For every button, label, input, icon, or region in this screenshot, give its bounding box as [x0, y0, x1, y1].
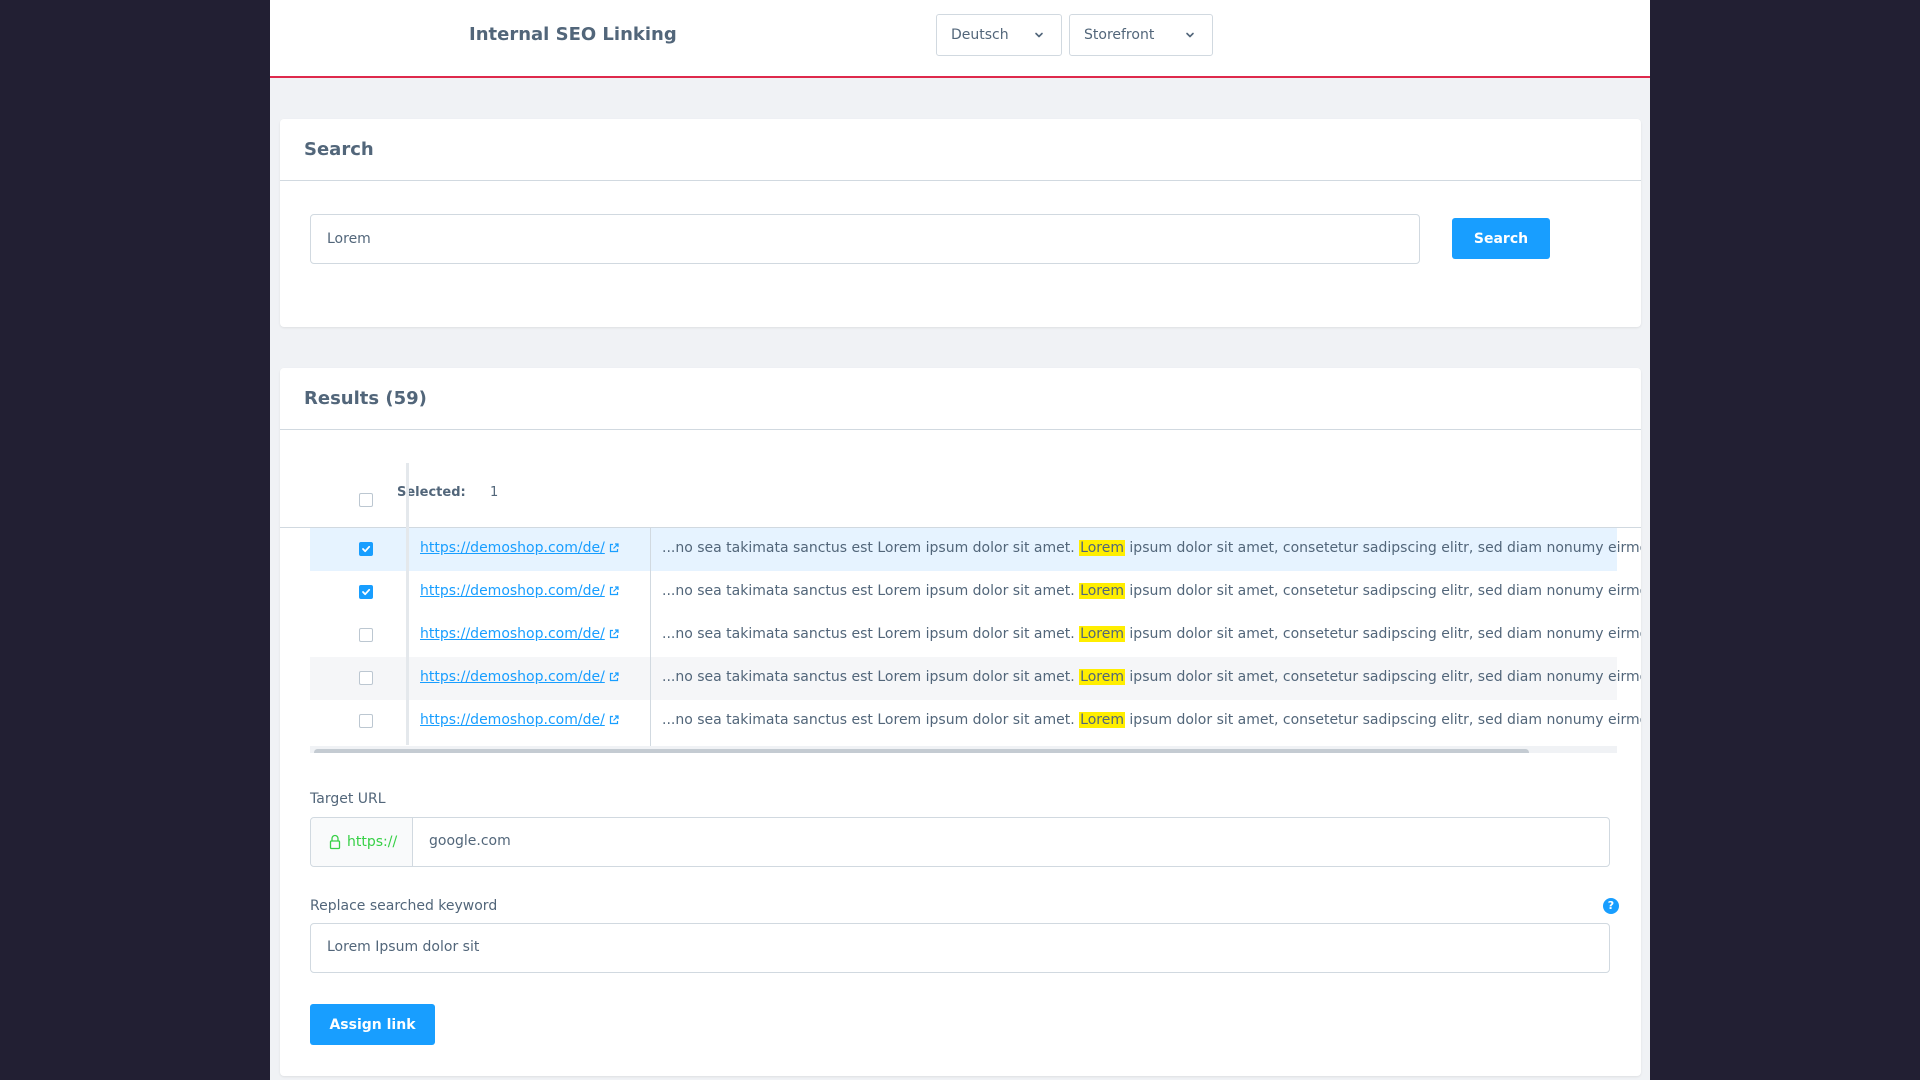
page-title: Internal SEO Linking — [469, 24, 677, 45]
keyword-highlight: Lorem — [1079, 540, 1125, 556]
row-checkbox[interactable] — [359, 585, 373, 599]
row-url-link[interactable]: https://demoshop.com/de/ — [420, 540, 605, 556]
check-icon — [362, 545, 371, 553]
row-checkbox[interactable] — [359, 671, 373, 685]
top-bar: Internal SEO Linking Deutsch Storefront — [270, 0, 1650, 78]
external-link-icon[interactable] — [608, 585, 620, 597]
target-url-value: google.com — [429, 833, 511, 849]
language-select-value: Deutsch — [951, 27, 1009, 43]
table-row[interactable]: https://demoshop.com/de/ ...no sea takim… — [310, 614, 1641, 657]
selection-header: Selected: 1 — [280, 463, 1641, 528]
external-link-icon[interactable] — [608, 628, 620, 640]
search-card: Search Lorem Search — [280, 119, 1641, 327]
external-link-icon[interactable] — [608, 714, 620, 726]
snippet-text: ipsum dolor sit amet, consetetur sadipsc… — [1124, 583, 1641, 599]
row-url-link[interactable]: https://demoshop.com/de/ — [420, 712, 605, 728]
row-snippet: ...no sea takimata sanctus est Lorem ips… — [662, 540, 1641, 556]
selected-count: 1 — [490, 485, 499, 500]
check-icon — [362, 588, 371, 596]
row-checkbox[interactable] — [359, 714, 373, 728]
keyword-highlight: Lorem — [1079, 583, 1125, 599]
snippet-text: ipsum dolor sit amet, consetetur sadipsc… — [1124, 669, 1641, 685]
row-url-link[interactable]: https://demoshop.com/de/ — [420, 669, 605, 685]
search-button[interactable]: Search — [1452, 218, 1550, 259]
results-card: Results (59) Selected: 1 https://demosho… — [280, 368, 1641, 1076]
results-card-title: Results (59) — [280, 368, 1641, 430]
row-url-link[interactable]: https://demoshop.com/de/ — [420, 583, 605, 599]
results-table: Selected: 1 https://demoshop.com/de/ ...… — [280, 463, 1641, 753]
snippet-text: ...no sea takimata sanctus est Lorem ips… — [662, 669, 1080, 685]
table-row[interactable]: https://demoshop.com/de/ ...no sea takim… — [310, 657, 1641, 700]
search-card-title: Search — [280, 119, 1641, 181]
snippet-text: ...no sea takimata sanctus est Lorem ips… — [662, 540, 1080, 556]
saleschannel-select[interactable]: Storefront — [1069, 14, 1213, 56]
keyword-highlight: Lorem — [1079, 626, 1125, 642]
row-snippet: ...no sea takimata sanctus est Lorem ips… — [662, 583, 1641, 599]
table-row[interactable]: https://demoshop.com/de/ ...no sea takim… — [310, 571, 1641, 614]
snippet-text: ipsum dolor sit amet, consetetur sadipsc… — [1124, 712, 1641, 728]
chevron-down-icon — [1186, 32, 1194, 38]
replace-keyword-label: Replace searched keyword — [310, 898, 498, 914]
row-checkbox[interactable] — [359, 628, 373, 642]
snippet-text: ...no sea takimata sanctus est Lorem ips… — [662, 712, 1080, 728]
column-divider — [650, 528, 651, 746]
row-snippet: ...no sea takimata sanctus est Lorem ips… — [662, 712, 1641, 728]
replace-keyword-field[interactable]: Lorem Ipsum dolor sit — [310, 923, 1610, 973]
chevron-down-icon — [1035, 32, 1043, 38]
row-checkbox[interactable] — [359, 542, 373, 556]
assign-link-button[interactable]: Assign link — [310, 1004, 435, 1045]
lock-icon — [329, 834, 341, 850]
select-all-checkbox[interactable] — [359, 493, 373, 507]
target-url-field[interactable]: https:// google.com — [310, 817, 1610, 867]
snippet-text: ...no sea takimata sanctus est Lorem ips… — [662, 626, 1080, 642]
external-link-icon[interactable] — [608, 671, 620, 683]
snippet-text: ...no sea takimata sanctus est Lorem ips… — [662, 583, 1080, 599]
external-link-icon[interactable] — [608, 542, 620, 554]
table-row[interactable]: https://demoshop.com/de/ ...no sea takim… — [310, 528, 1641, 571]
snippet-text: ipsum dolor sit amet, consetetur sadipsc… — [1124, 540, 1641, 556]
snippet-text: ipsum dolor sit amet, consetetur sadipsc… — [1124, 626, 1641, 642]
keyword-highlight: Lorem — [1079, 669, 1125, 685]
saleschannel-select-value: Storefront — [1084, 27, 1155, 43]
table-row[interactable]: https://demoshop.com/de/ ...no sea takim… — [310, 700, 1641, 743]
app-window: Internal SEO Linking Deutsch Storefront … — [270, 0, 1650, 1080]
url-prefix: https:// — [311, 818, 413, 866]
search-input-value: Lorem — [327, 231, 371, 247]
help-icon[interactable]: ? — [1603, 898, 1619, 914]
language-select[interactable]: Deutsch — [936, 14, 1062, 56]
sticky-column-shadow — [406, 463, 409, 745]
search-input[interactable]: Lorem — [310, 214, 1420, 264]
scrollbar-thumb[interactable] — [314, 749, 1529, 753]
row-snippet: ...no sea takimata sanctus est Lorem ips… — [662, 626, 1641, 642]
url-prefix-text: https:// — [347, 834, 398, 850]
row-snippet: ...no sea takimata sanctus est Lorem ips… — [662, 669, 1641, 685]
row-url-link[interactable]: https://demoshop.com/de/ — [420, 626, 605, 642]
replace-keyword-value: Lorem Ipsum dolor sit — [327, 939, 480, 955]
keyword-highlight: Lorem — [1079, 712, 1125, 728]
target-url-label: Target URL — [310, 791, 386, 807]
